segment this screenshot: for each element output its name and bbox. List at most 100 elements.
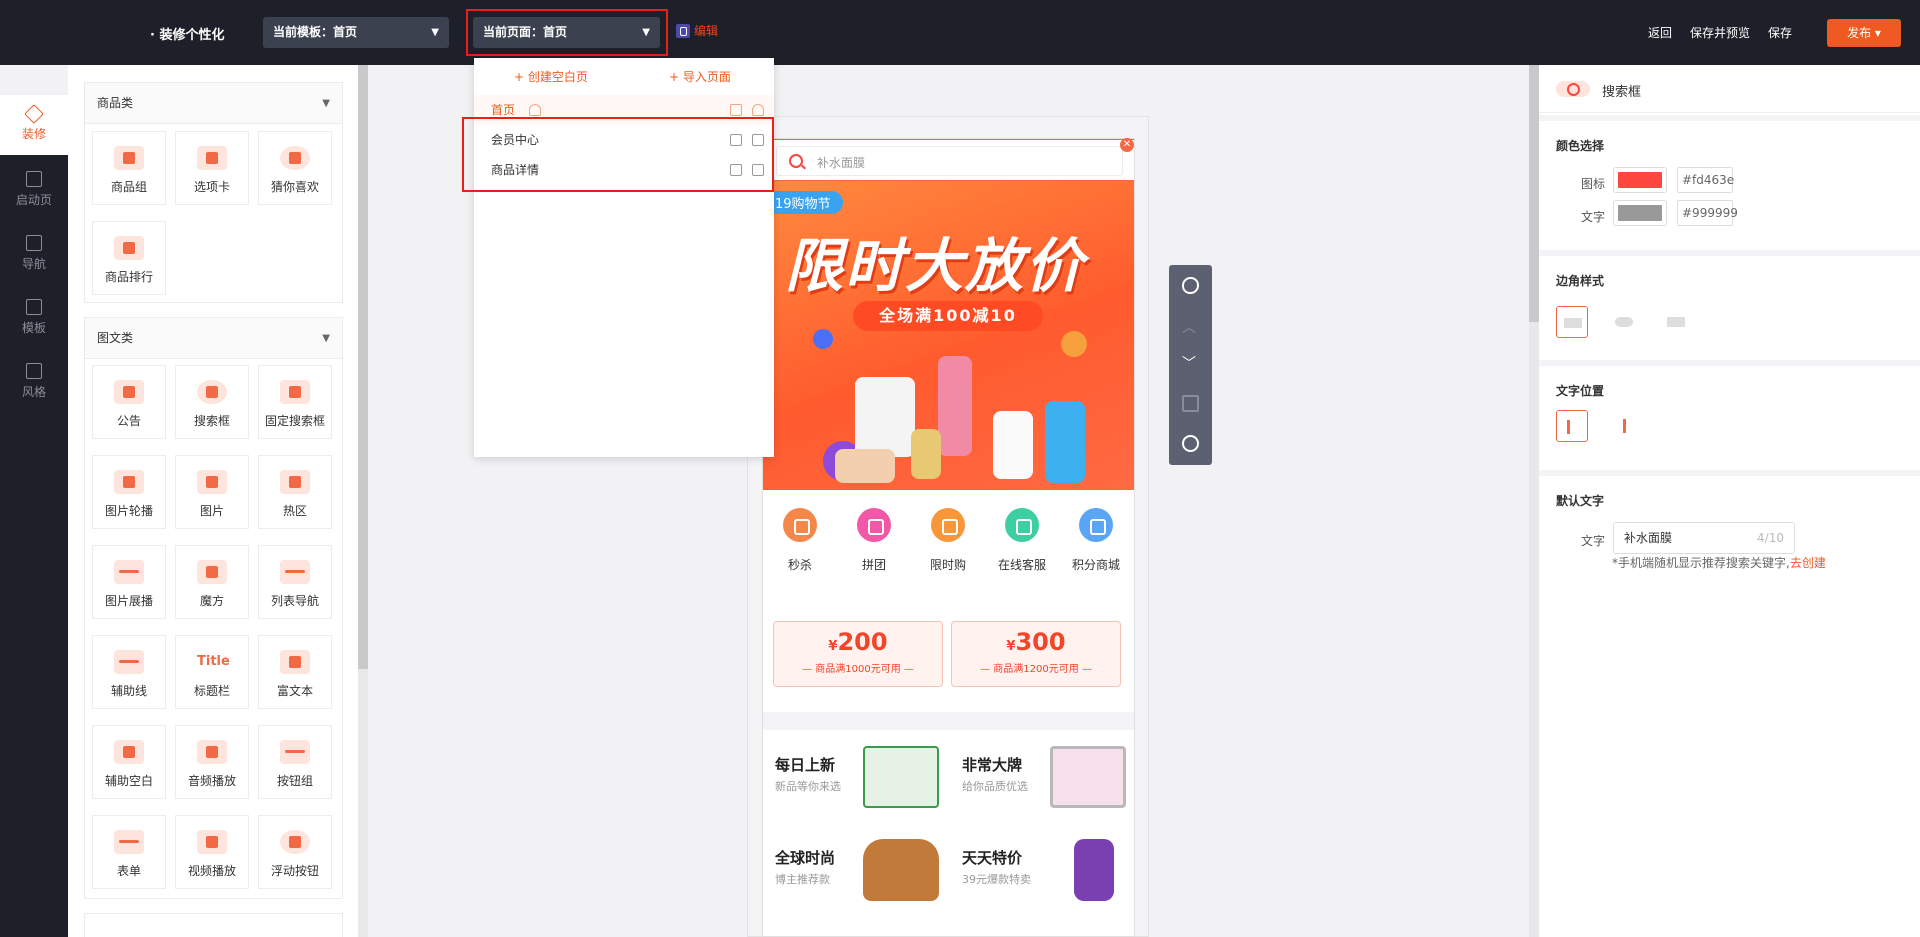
home-icon[interactable] (752, 104, 764, 116)
text-color-hex[interactable]: #999999 (1677, 200, 1738, 226)
canvas-scrollbar-thumb[interactable] (1529, 65, 1539, 322)
corner-round-option[interactable] (1608, 306, 1640, 338)
template-select[interactable]: 当前模板：首页 ▼ (263, 17, 449, 48)
component-fixed-search[interactable]: 固定搜索框 (258, 365, 332, 439)
chevron-down-icon: ▾ (1874, 26, 1881, 40)
color-fill (1618, 172, 1662, 188)
cube-cell[interactable]: 全球时尚 博主推荐款 (763, 825, 949, 917)
component-audio[interactable]: 音频播放 (175, 725, 249, 799)
component-list-nav[interactable]: 列表导航 (258, 545, 332, 619)
highlight-box (462, 117, 774, 192)
property-title: 搜索框 (1602, 85, 1642, 100)
create-link[interactable]: 去创建 (1790, 556, 1826, 570)
close-icon[interactable]: ✕ (1120, 138, 1134, 152)
align-center-option[interactable] (1608, 410, 1640, 442)
group-buy-icon (857, 508, 891, 542)
import-page-button[interactable]: + 导入页面 (669, 68, 731, 85)
cube-subtitle: 新品等你来选 (775, 780, 841, 793)
speaker-icon (114, 380, 144, 404)
icon-nav-item[interactable]: 在线客服 (985, 490, 1059, 573)
edit-page-link[interactable]: 编辑 (676, 22, 718, 39)
cube-cell[interactable]: 非常大牌 给你品质优选 (950, 732, 1134, 824)
component-title-bar[interactable]: Title 标题栏 (175, 635, 249, 709)
text-icon (280, 650, 310, 674)
component-blank[interactable]: 辅助空白 (92, 725, 166, 799)
component-rich-text[interactable]: 富文本 (258, 635, 332, 709)
save-preview-button[interactable]: 保存并预览 (1690, 24, 1750, 41)
component-toolbox: ︿ ﹀ (1169, 265, 1212, 465)
component-form[interactable]: 表单 (92, 815, 166, 889)
component-image[interactable]: 图片 (175, 455, 249, 529)
rank-icon (114, 236, 144, 260)
blank-icon (114, 740, 144, 764)
component-cube[interactable]: 魔方 (175, 545, 249, 619)
component-goods-group[interactable]: 商品组 (92, 131, 166, 205)
icon-nav-item[interactable]: 拼团 (837, 490, 911, 573)
section-title: 默认文字 (1556, 494, 1605, 508)
component-float-button[interactable]: 浮动按钮 (258, 815, 332, 889)
component-goods-rank[interactable]: 商品排行 (92, 221, 166, 295)
cube-subtitle: 39元爆款特卖 (962, 873, 1031, 886)
top-bar: · 装修个性化 当前模板：首页 ▼ 当前页面：首页 ▼ 编辑 返回 保存并预览 … (0, 0, 1920, 65)
component-search[interactable]: 搜索框 (175, 365, 249, 439)
copy-icon[interactable] (1182, 395, 1199, 412)
nav-item-navigation[interactable]: 导航 (0, 223, 68, 283)
cube-cell[interactable]: 天天特价 39元爆款特卖 (950, 825, 1134, 917)
save-button[interactable]: 保存 (1768, 24, 1792, 41)
search-bar[interactable]: 补水面膜 (776, 146, 1123, 176)
group-header[interactable]: 商品类 ▼ (85, 83, 342, 124)
arrow-down-icon[interactable]: ﹀ (1182, 353, 1196, 373)
heart-icon (280, 146, 310, 170)
cube-cell[interactable]: 每日上新 新品等你来选 (763, 732, 949, 824)
eye-icon[interactable] (1182, 277, 1199, 294)
icon-color-hex[interactable]: #fd463e (1677, 167, 1734, 193)
corner-square-option[interactable] (1556, 306, 1588, 338)
chevron-down-icon: ▼ (431, 27, 439, 38)
icon-nav-item[interactable]: 积分商城 (1059, 490, 1133, 573)
arrow-up-icon[interactable]: ︿ (1182, 317, 1196, 337)
component-video[interactable]: 视频播放 (175, 815, 249, 889)
settings-icon[interactable] (1182, 435, 1199, 452)
icon-nav-label: 积分商城 (1071, 558, 1120, 572)
component-image-showcase[interactable]: 图片展播 (92, 545, 166, 619)
back-button[interactable]: 返回 (1648, 24, 1672, 41)
component-label: 标题栏 (193, 684, 230, 698)
create-blank-page-button[interactable]: + 创建空白页 (514, 68, 588, 85)
decor-circle (1061, 331, 1087, 357)
decor-circle (813, 329, 833, 349)
points-mall-icon (1079, 508, 1113, 542)
banner-headline: 限时大放价 (785, 232, 1086, 300)
align-left-option[interactable] (1556, 410, 1588, 442)
nav-item-style[interactable]: 风格 (0, 351, 68, 411)
nav-item-template[interactable]: 模板 (0, 287, 68, 347)
default-text-input[interactable]: 补水面膜 4/10 (1613, 522, 1795, 554)
coupon-card[interactable]: ¥200 — 商品满1000元可用 — (773, 621, 943, 687)
component-carousel[interactable]: 图片轮播 (92, 455, 166, 529)
search-component-selected[interactable]: 补水面膜 (763, 139, 1134, 181)
edit-icon (676, 23, 690, 38)
component-button-group[interactable]: 按钮组 (258, 725, 332, 799)
template-icon (26, 299, 42, 315)
seckill-icon (783, 508, 817, 542)
banner-image[interactable]: 19购物节 限时大放价 全场满100减10 (763, 181, 1134, 490)
corner-small-option[interactable] (1660, 306, 1692, 338)
nav-label: 导航 (21, 257, 46, 271)
text-color-swatch[interactable] (1613, 200, 1667, 226)
edit-icon[interactable] (730, 104, 742, 116)
product-bottle (1045, 401, 1085, 483)
component-guess-like[interactable]: 猜你喜欢 (258, 131, 332, 205)
icon-nav-item[interactable]: 秒杀 (763, 490, 837, 573)
component-hotspot[interactable]: 热区 (258, 455, 332, 529)
component-divider[interactable]: 辅助线 (92, 635, 166, 709)
coupon-card[interactable]: ¥300 — 商品满1200元可用 — (951, 621, 1121, 687)
group-header[interactable]: 图文类 ▼ (85, 318, 342, 359)
icon-color-swatch[interactable] (1613, 167, 1667, 193)
component-tabs[interactable]: 选项卡 (175, 131, 249, 205)
page-select[interactable]: 当前页面：首页 ▼ (473, 17, 660, 48)
component-notice[interactable]: 公告 (92, 365, 166, 439)
publish-button[interactable]: 发布 ▾ (1827, 19, 1901, 47)
nav-item-decorate[interactable]: 装修 (0, 95, 68, 155)
panel-scrollbar-thumb[interactable] (358, 65, 368, 669)
icon-nav-item[interactable]: 限时购 (911, 490, 985, 573)
nav-item-splash[interactable]: 启动页 (0, 159, 68, 219)
